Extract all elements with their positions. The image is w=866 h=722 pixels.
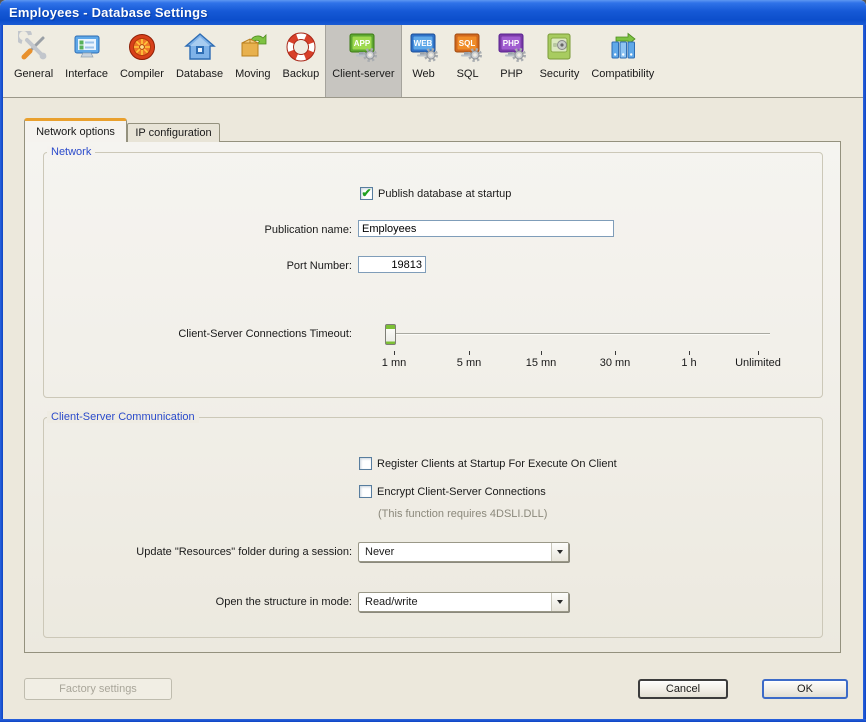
network-group-title: Network	[47, 146, 95, 158]
toolbar-label: Compatibility	[591, 68, 654, 80]
dropdown-button[interactable]	[551, 593, 568, 611]
slider-tick	[758, 351, 759, 355]
factory-settings-button: Factory settings	[24, 678, 172, 700]
toolbar-label: General	[14, 68, 53, 80]
slider-tick-label: 15 mn	[501, 357, 581, 369]
cancel-label: Cancel	[666, 683, 700, 695]
publication-name-input[interactable]	[358, 220, 614, 237]
register-clients-checkbox[interactable]	[359, 457, 372, 470]
register-clients-label: Register Clients at Startup For Execute …	[377, 458, 617, 470]
moving-box-icon	[237, 31, 269, 63]
slider-tick-label: 1 mn	[354, 357, 434, 369]
svg-text:WEB: WEB	[413, 39, 432, 48]
toolbar-button-compatibility[interactable]: Compatibility	[585, 25, 660, 97]
toolbar-button-database[interactable]: Database	[170, 25, 229, 97]
encrypt-requirement-note: (This function requires 4DSLI.DLL)	[378, 508, 547, 520]
toolbar-button-web[interactable]: WEB Web	[402, 25, 446, 97]
encrypt-connections-label: Encrypt Client-Server Connections	[377, 486, 546, 498]
svg-text:PHP: PHP	[502, 39, 519, 48]
toolbar-button-security[interactable]: Security	[534, 25, 586, 97]
toolbar-label: Database	[176, 68, 223, 80]
timeout-slider-thumb[interactable]	[385, 324, 396, 345]
window-border-left	[0, 22, 3, 722]
compatibility-binders-icon	[607, 31, 639, 63]
publication-name-label: Publication name:	[140, 224, 352, 236]
resources-folder-dropdown[interactable]: Never	[358, 542, 569, 562]
timeout-slider-track[interactable]	[389, 333, 770, 335]
toolbar-label: Security	[540, 68, 580, 80]
toolbar-label: Backup	[283, 68, 320, 80]
timeout-label: Client-Server Connections Timeout:	[130, 328, 352, 340]
slider-tick	[615, 351, 616, 355]
monitor-checklist-icon	[71, 31, 103, 63]
settings-toolbar: General Interface C	[3, 25, 863, 98]
toolbar-label: Compiler	[120, 68, 164, 80]
security-safe-icon	[543, 31, 575, 63]
tab-label: Network options	[36, 126, 115, 138]
structure-mode-dropdown[interactable]: Read/write	[358, 592, 569, 612]
resources-folder-label: Update "Resources" folder during a sessi…	[100, 546, 352, 558]
slider-tick-label: 1 h	[649, 357, 729, 369]
slider-tick-label: 5 mn	[429, 357, 509, 369]
ok-label: OK	[797, 683, 813, 695]
ok-button[interactable]: OK	[762, 679, 848, 699]
cancel-button[interactable]: Cancel	[638, 679, 728, 699]
chevron-down-icon	[557, 550, 563, 554]
encrypt-connections-checkbox[interactable]	[359, 485, 372, 498]
factory-settings-label: Factory settings	[59, 683, 137, 695]
toolbar-button-backup[interactable]: Backup	[277, 25, 326, 97]
slider-tick	[541, 351, 542, 355]
tab-label: IP configuration	[135, 127, 211, 139]
slider-tick-label: Unlimited	[718, 357, 798, 369]
toolbar-label: Client-server	[332, 68, 394, 80]
toolbar-button-moving[interactable]: Moving	[229, 25, 276, 97]
toolbar-label: SQL	[457, 68, 479, 80]
toolbar-label: PHP	[500, 68, 523, 80]
toolbar-label: Interface	[65, 68, 108, 80]
svg-text:SQL: SQL	[458, 39, 475, 48]
compiler-wheel-icon	[126, 31, 158, 63]
toolbar-button-general[interactable]: General	[8, 25, 59, 97]
toolbar-button-compiler[interactable]: Compiler	[114, 25, 170, 97]
toolbar-button-php[interactable]: PHP PHP	[490, 25, 534, 97]
toolbar-button-sql[interactable]: SQL SQL	[446, 25, 490, 97]
toolbar-button-interface[interactable]: Interface	[59, 25, 114, 97]
php-server-icon: PHP	[496, 31, 528, 63]
title-bar[interactable]: Employees - Database Settings	[0, 0, 866, 25]
toolbar-label: Moving	[235, 68, 270, 80]
sql-server-icon: SQL	[452, 31, 484, 63]
svg-text:APP: APP	[354, 39, 371, 48]
house-icon	[184, 31, 216, 63]
communication-group-title: Client-Server Communication	[47, 411, 199, 423]
chevron-down-icon	[557, 600, 563, 604]
toolbar-button-client-server[interactable]: APP Client-server	[325, 25, 401, 97]
tab-ip-configuration[interactable]: IP configuration	[127, 123, 220, 142]
slider-tick	[469, 351, 470, 355]
slider-tick	[689, 351, 690, 355]
web-server-icon: WEB	[408, 31, 440, 63]
port-number-input[interactable]	[358, 256, 426, 273]
dropdown-value: Never	[359, 546, 551, 558]
slider-tick	[394, 351, 395, 355]
port-number-label: Port Number:	[140, 260, 352, 272]
slider-tick-label: 30 mn	[575, 357, 655, 369]
window-title: Employees - Database Settings	[0, 5, 208, 20]
publish-database-checkbox[interactable]: ✔	[360, 187, 373, 200]
toolbar-label: Web	[412, 68, 434, 80]
dropdown-button[interactable]	[551, 543, 568, 561]
checkmark-icon: ✔	[361, 187, 371, 199]
tools-icon	[18, 31, 50, 63]
database-settings-dialog: Employees - Database Settings General	[0, 0, 866, 722]
dropdown-value: Read/write	[359, 596, 551, 608]
lifebuoy-icon	[285, 31, 317, 63]
structure-mode-label: Open the structure in mode:	[150, 596, 352, 608]
app-server-icon: APP	[347, 31, 379, 63]
publish-database-label: Publish database at startup	[378, 188, 511, 200]
tab-network-options[interactable]: Network options	[24, 118, 127, 142]
